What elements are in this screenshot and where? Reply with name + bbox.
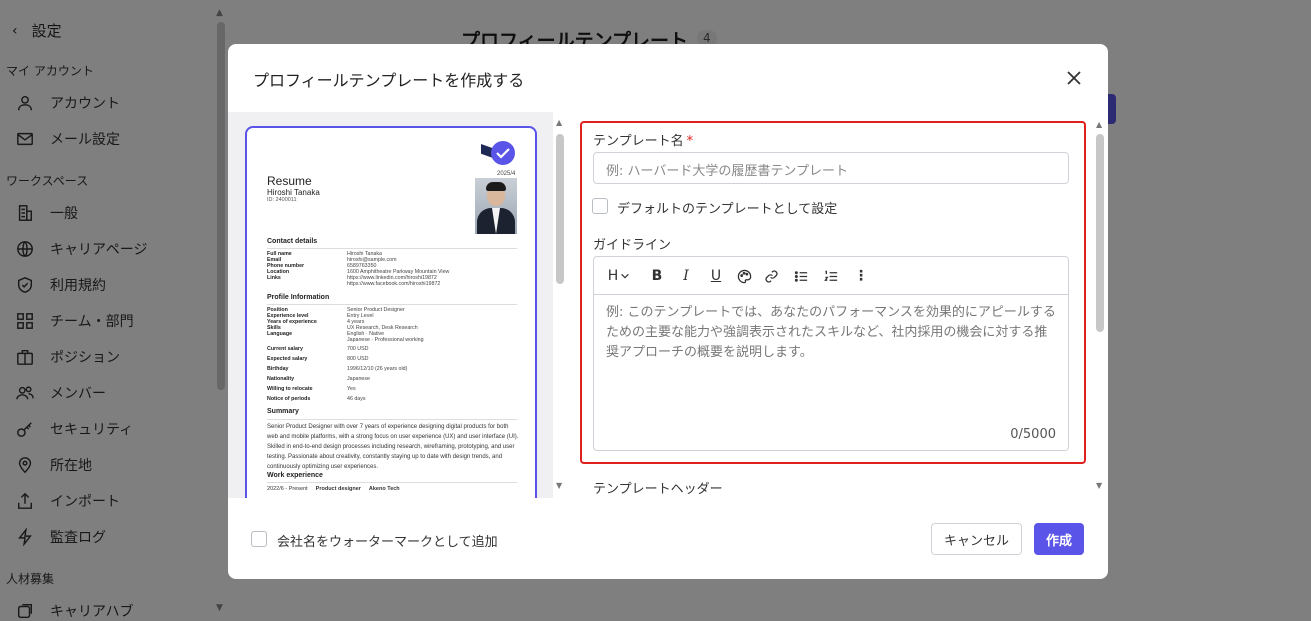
check-badge-icon bbox=[491, 141, 515, 165]
guideline-placeholder: 例: このテンプレートでは、あなたのパフォーマンスを効果的にアピールするための主… bbox=[606, 305, 1056, 360]
resume-name: Hiroshi Tanaka bbox=[267, 188, 320, 197]
divider bbox=[267, 304, 517, 305]
profile-row: Current salary 700 USD bbox=[267, 346, 369, 352]
template-preview-pane: 2025/4 Resume Hiroshi Tanaka ID: 2400011… bbox=[228, 112, 553, 498]
profile-photo bbox=[475, 178, 517, 234]
template-name-input[interactable]: 例: ハーバード大学の履歴書テンプレート bbox=[593, 152, 1069, 184]
numbered-list-button[interactable] bbox=[822, 267, 840, 285]
editor-toolbar: H B I U ⋮ bbox=[594, 257, 1068, 295]
palette-icon bbox=[737, 269, 751, 283]
preview-scrollbar[interactable] bbox=[556, 134, 564, 284]
form-scroll-up-icon[interactable]: ▲ bbox=[1096, 120, 1102, 129]
underline-button[interactable]: U bbox=[707, 267, 725, 285]
work-entry: 2022/6 - Present Product designer Akeno Te… bbox=[267, 486, 400, 492]
char-count: 0/5000 bbox=[1010, 427, 1056, 442]
resume-heading: Resume bbox=[267, 174, 312, 188]
numbered-list-icon bbox=[823, 270, 837, 281]
guideline-label: ガイドライン bbox=[593, 238, 672, 253]
profile-row: Expected salary 800 USD bbox=[267, 356, 369, 362]
divider bbox=[267, 419, 517, 420]
default-template-label: デフォルトのテンプレートとして設定 bbox=[617, 202, 838, 217]
link-button[interactable] bbox=[762, 267, 780, 285]
form-scrollbar[interactable] bbox=[1096, 134, 1104, 332]
profile-row: Willing to relocate Yes bbox=[267, 386, 356, 392]
divider bbox=[267, 482, 517, 483]
resume-date: 2025/4 bbox=[497, 171, 516, 177]
profile-row: Birthday 1996/12/10 (26 years old) bbox=[267, 366, 408, 372]
heading-button[interactable]: H bbox=[606, 267, 632, 285]
contact-section-title: Contact details bbox=[267, 238, 318, 245]
preview-scroll-down-icon[interactable]: ▼ bbox=[556, 481, 562, 490]
chevron-down-icon bbox=[621, 273, 630, 279]
italic-button[interactable]: I bbox=[677, 267, 695, 285]
close-icon[interactable] bbox=[1065, 69, 1083, 87]
default-template-checkbox[interactable] bbox=[592, 198, 608, 214]
guideline-editor[interactable]: H B I U ⋮ 例: このテンプレートでは、あなたのパフォーマンスを効果的に… bbox=[593, 256, 1069, 451]
watermark-label: 会社名をウォーターマークとして追加 bbox=[277, 535, 498, 550]
template-name-label: テンプレート名 * bbox=[593, 134, 694, 149]
profile-row: Notice of periods 46 days bbox=[267, 396, 366, 402]
divider bbox=[267, 248, 517, 249]
more-options-button[interactable]: ⋮ bbox=[852, 267, 870, 285]
bullet-list-button[interactable] bbox=[792, 267, 810, 285]
create-button[interactable]: 作成 bbox=[1034, 523, 1084, 555]
resume-id: ID: 2400011 bbox=[267, 197, 297, 203]
form-scroll-down-icon[interactable]: ▼ bbox=[1096, 481, 1102, 490]
profile-row: Nationality Japanese bbox=[267, 376, 370, 382]
template-header-label: テンプレートヘッダー bbox=[593, 482, 723, 497]
summary-section-title: Summary bbox=[267, 408, 299, 415]
modal-title: プロフィールテンプレートを作成する bbox=[253, 71, 525, 90]
contact-row: https://www.facebook.com/hiroshi19872 bbox=[347, 281, 441, 287]
create-template-modal: プロフィールテンプレートを作成する 2025/4 Resume Hiroshi … bbox=[228, 44, 1108, 579]
work-section-title: Work experience bbox=[267, 472, 323, 479]
watermark-checkbox[interactable] bbox=[251, 531, 267, 547]
cancel-button[interactable]: キャンセル bbox=[931, 523, 1022, 555]
resume-preview: 2025/4 Resume Hiroshi Tanaka ID: 2400011… bbox=[245, 126, 537, 498]
preview-scroll-up-icon[interactable]: ▲ bbox=[556, 118, 562, 127]
color-button[interactable] bbox=[735, 267, 753, 285]
link-icon bbox=[764, 269, 778, 283]
bullet-list-icon bbox=[794, 270, 807, 282]
profile-section-title: Profile Information bbox=[267, 294, 330, 301]
profile-row: Japanese · Professional working bbox=[347, 337, 424, 343]
summary-text: Senior Product Designer with over 7 year… bbox=[267, 424, 519, 470]
bold-button[interactable]: B bbox=[648, 267, 666, 285]
required-mark: * bbox=[686, 134, 694, 149]
